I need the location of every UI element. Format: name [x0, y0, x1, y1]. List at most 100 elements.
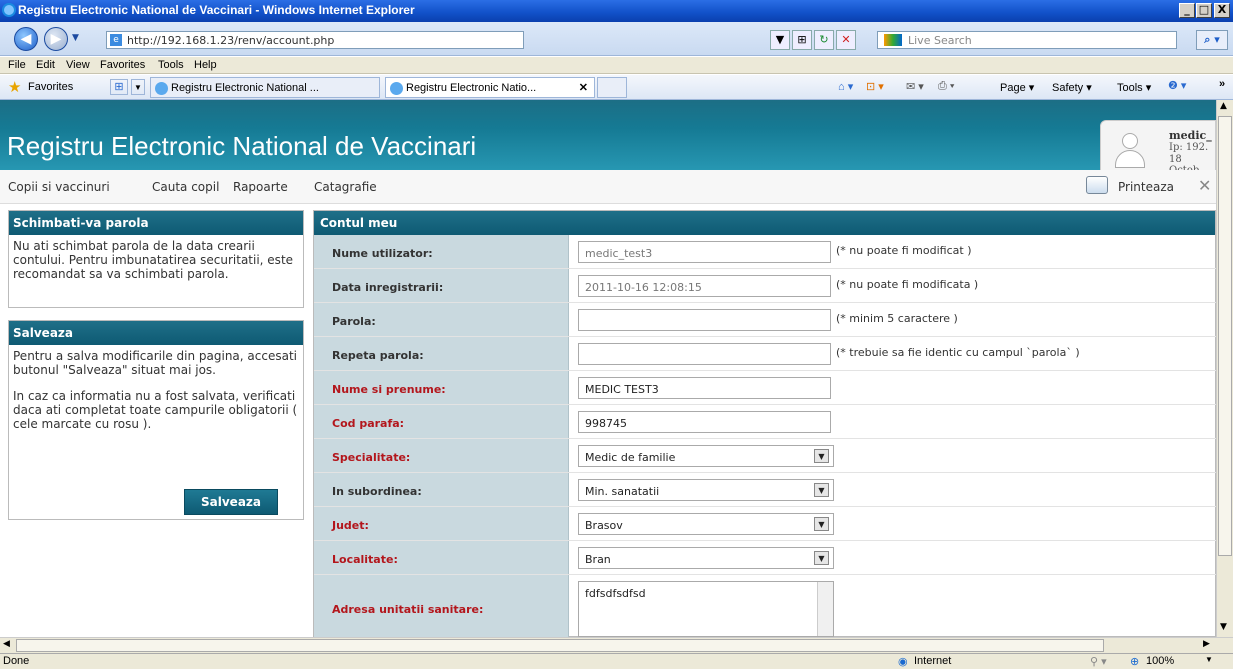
form-row-repeat-password: Repeta parola: (* trebuie sa fie identic… [314, 337, 1216, 371]
scroll-thumb[interactable] [1218, 116, 1232, 556]
chevron-down-icon[interactable]: ▼ [814, 551, 829, 565]
tools-wrench-icon[interactable]: ✕ [1198, 176, 1211, 195]
search-button[interactable]: ⌕ ▾ [1196, 30, 1228, 50]
address-textarea[interactable]: fdfsdfsdfsd [578, 581, 834, 637]
change-password-panel: Schimbati-va parola Nu ati schimbat paro… [8, 210, 304, 308]
nav-catagrafie[interactable]: Catagrafie [314, 180, 377, 194]
full-name-field[interactable]: MEDIC TEST3 [578, 377, 831, 399]
zoom-icon[interactable]: ⊕ [1130, 655, 1139, 668]
refresh-icon[interactable]: ↻ [814, 30, 834, 50]
textarea-value: fdfsdfsdfsd [585, 587, 646, 600]
close-tab-icon[interactable]: ✕ [579, 81, 588, 94]
page-viewport: Registru Electronic National de Vaccinar… [0, 100, 1216, 637]
menu-file[interactable]: File [8, 59, 26, 71]
county-select[interactable]: Brasov ▼ [578, 513, 834, 535]
close-window-button[interactable]: X [1214, 3, 1230, 18]
favorites-star-icon[interactable]: ★ [8, 78, 21, 96]
form-row-subordination: In subordinea: Min. sanatatii ▼ [314, 473, 1216, 507]
field-label: Nume utilizator: [314, 235, 569, 268]
chevron-down-icon[interactable]: ▼ [814, 517, 829, 531]
form-row-address: Adresa unitatii sanitare: fdfsdfsdfsd [314, 575, 1216, 637]
specialty-select[interactable]: Medic de familie ▼ [578, 445, 834, 467]
print-link[interactable]: Printeaza [1118, 180, 1174, 194]
page-menu[interactable]: Page ▾ [1000, 81, 1034, 94]
search-input[interactable]: Live Search [877, 31, 1177, 49]
save-button[interactable]: Salveaza [184, 489, 278, 515]
form-row-password: Parola: (* minim 5 caractere ) [314, 303, 1216, 337]
chevron-down-icon[interactable]: ▼ [814, 449, 829, 463]
panel-text: In caz ca informatia nu a fost salvata, … [13, 389, 298, 431]
search-placeholder: Live Search [908, 34, 972, 47]
scroll-thumb[interactable] [16, 639, 1104, 652]
ie-page-icon [390, 82, 403, 95]
globe-icon: ◉ [898, 656, 908, 668]
form-row-username: Nume utilizator: medic_test3 (* nu poate… [314, 235, 1216, 269]
chevron-down-icon[interactable]: ▼ [814, 483, 829, 497]
nav-rapoarte[interactable]: Rapoarte [233, 180, 288, 194]
forward-button[interactable]: ▶ [44, 27, 68, 51]
printer-icon[interactable] [1086, 176, 1108, 194]
menu-help[interactable]: Help [194, 59, 217, 71]
vertical-scrollbar[interactable]: ▲ ▼ [1216, 100, 1233, 637]
field-label: Parola: [314, 303, 569, 336]
address-toolbar: ◀ ▶ ▼ e http://192.168.1.23/renv/account… [0, 22, 1233, 56]
address-dropdown-icon[interactable]: ▼ [770, 30, 790, 50]
ie-logo-icon [2, 3, 16, 17]
user-name: medic_ [1169, 129, 1212, 142]
history-dropdown-icon[interactable]: ▼ [72, 33, 79, 43]
nav-copii-si-vaccinuri[interactable]: Copii si vaccinuri [8, 180, 110, 194]
help-icon[interactable]: ❷ ▾ [1168, 79, 1186, 92]
safety-menu[interactable]: Safety ▾ [1052, 81, 1092, 94]
zoom-dropdown-icon[interactable]: ▼ [1205, 655, 1213, 664]
username-field[interactable]: medic_test3 [578, 241, 831, 263]
live-search-icon [884, 34, 902, 46]
compatibility-icon[interactable]: ⊞ [792, 30, 812, 50]
menu-tools[interactable]: Tools [158, 59, 184, 71]
form-row-parafa-code: Cod parafa: 998745 [314, 405, 1216, 439]
stop-icon[interactable]: ✕ [836, 30, 856, 50]
zoom-level[interactable]: 100% [1146, 655, 1174, 667]
browser-tab[interactable]: Registru Electronic National ... [150, 77, 380, 98]
print-icon[interactable]: ⎙ ▾ [938, 80, 954, 93]
new-tab[interactable] [597, 77, 627, 98]
maximize-button[interactable]: □ [1196, 3, 1212, 18]
quick-tabs-icon[interactable]: ⊞ [110, 79, 128, 95]
field-label: Nume si prenume: [314, 371, 569, 404]
minimize-button[interactable]: _ [1179, 3, 1195, 18]
subordination-select[interactable]: Min. sanatatii ▼ [578, 479, 834, 501]
address-input[interactable]: e http://192.168.1.23/renv/account.php [106, 31, 524, 49]
favorites-bar: ★ Favorites ⊞ ▼ Registru Electronic Nati… [0, 75, 1233, 100]
repeat-password-field[interactable] [578, 343, 831, 365]
textarea-scrollbar[interactable] [817, 582, 833, 636]
scroll-up-icon[interactable]: ▲ [1220, 101, 1227, 111]
window-title: Registru Electronic National de Vaccinar… [18, 3, 415, 17]
protected-mode-icon[interactable]: ⚲ ▾ [1090, 655, 1107, 668]
tab-list-icon[interactable]: ▼ [131, 79, 145, 95]
select-value: Bran [585, 553, 611, 566]
feeds-icon[interactable]: ⊡ ▾ [866, 80, 884, 93]
registration-date-field[interactable]: 2011-10-16 12:08:15 [578, 275, 831, 297]
panel-title: Schimbati-va parola [9, 211, 303, 235]
favorites-label[interactable]: Favorites [28, 81, 73, 93]
browser-tab-active[interactable]: Registru Electronic Natio... ✕ [385, 77, 595, 98]
home-icon[interactable]: ⌂ ▾ [838, 80, 853, 93]
tools-menu[interactable]: Tools ▾ [1117, 81, 1151, 94]
password-field[interactable] [578, 309, 831, 331]
form-row-county: Judet: Brasov ▼ [314, 507, 1216, 541]
horizontal-scrollbar[interactable]: ◀ ▶ [0, 637, 1233, 653]
menu-edit[interactable]: Edit [36, 59, 55, 71]
scroll-left-icon[interactable]: ◀ [3, 639, 10, 649]
parafa-code-field[interactable]: 998745 [578, 411, 831, 433]
locality-select[interactable]: Bran ▼ [578, 547, 834, 569]
ie-page-icon [155, 82, 168, 95]
form-title: Contul meu [314, 211, 1215, 235]
scroll-right-icon[interactable]: ▶ [1203, 639, 1210, 649]
zone-label: Internet [914, 655, 952, 667]
menu-view[interactable]: View [66, 59, 90, 71]
back-button[interactable]: ◀ [14, 27, 38, 51]
chevron-more-icon[interactable]: » [1219, 78, 1225, 90]
mail-icon[interactable]: ✉ ▾ [906, 80, 924, 93]
scroll-down-icon[interactable]: ▼ [1220, 622, 1227, 632]
menu-favorites[interactable]: Favorites [100, 59, 145, 71]
nav-cauta-copil[interactable]: Cauta copil [152, 180, 219, 194]
